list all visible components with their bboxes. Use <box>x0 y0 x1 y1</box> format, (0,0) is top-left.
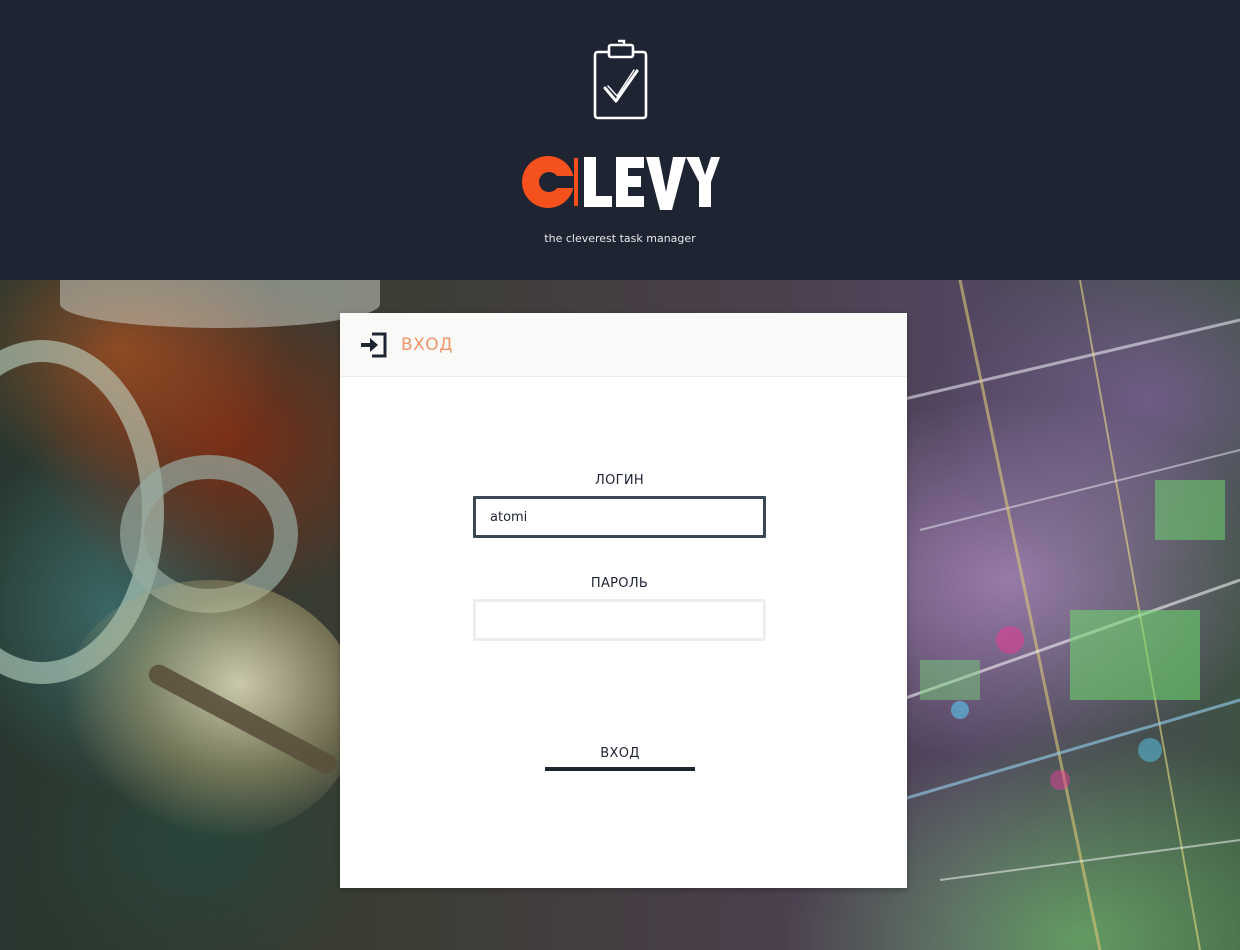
login-card: ВХОД ЛОГИН ПАРОЛЬ ВХОД <box>340 313 907 888</box>
cup-blur <box>60 280 380 328</box>
clevy-logo <box>520 150 720 214</box>
login-card-title: ВХОД <box>401 335 453 355</box>
password-input[interactable] <box>473 599 766 641</box>
login-label: ЛОГИН <box>595 473 644 488</box>
login-page: the cleverest task manager ВХОД ЛОГИН at… <box>0 0 1240 950</box>
map-illustration <box>900 280 1240 950</box>
login-submit-label: ВХОД <box>600 746 640 761</box>
password-label: ПАРОЛЬ <box>590 576 649 591</box>
login-submit-button[interactable]: ВХОД <box>545 737 695 771</box>
login-card-header: ВХОД <box>340 313 907 377</box>
logo-c-mark <box>522 156 720 210</box>
app-tagline: the cleverest task manager <box>544 232 696 245</box>
login-submit-underline <box>545 767 695 771</box>
sign-in-icon <box>361 332 387 358</box>
app-header: the cleverest task manager <box>0 0 1240 280</box>
login-input[interactable] <box>473 496 766 538</box>
clipboard-check-icon <box>593 39 648 120</box>
